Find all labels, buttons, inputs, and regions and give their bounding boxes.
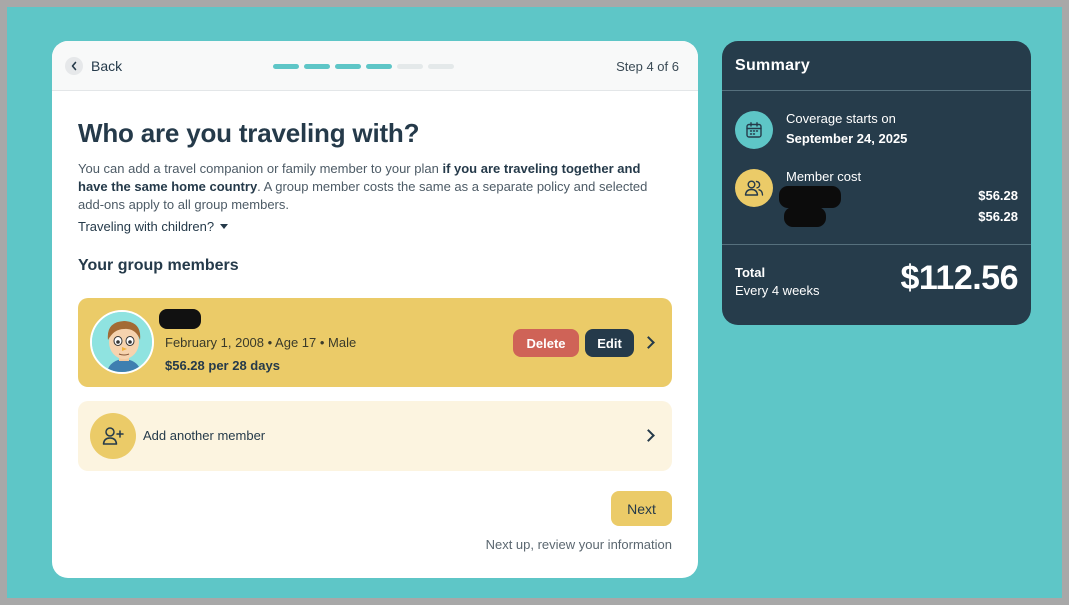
progress-segment <box>428 64 454 69</box>
group-member-card[interactable]: February 1, 2008 • Age 17 • Male $56.28 … <box>78 298 672 387</box>
coverage-date: September 24, 2025 <box>786 131 908 146</box>
chevron-left-icon <box>65 57 83 75</box>
add-member-button[interactable]: Add another member <box>78 401 672 471</box>
progress-segment <box>366 64 392 69</box>
chevron-right-icon <box>642 429 655 442</box>
progress-segment <box>397 64 423 69</box>
summary-title: Summary <box>735 57 811 74</box>
children-toggle[interactable]: Traveling with children? <box>78 219 229 234</box>
redacted-member-name <box>779 186 841 208</box>
next-button[interactable]: Next <box>611 491 672 526</box>
main-card: Back Step 4 of 6 Who are you traveling w… <box>52 41 698 578</box>
page-background: Back Step 4 of 6 Who are you traveling w… <box>7 7 1062 598</box>
users-icon <box>735 169 773 207</box>
member-cost-amount: $56.28 <box>978 209 1018 224</box>
member-details: February 1, 2008 • Age 17 • Male <box>165 335 357 350</box>
top-bar: Back Step 4 of 6 <box>52 41 698 91</box>
caret-down-icon <box>220 224 229 229</box>
redacted-name <box>159 309 201 329</box>
total-period: Every 4 weeks <box>735 283 820 298</box>
add-member-label: Add another member <box>143 428 266 443</box>
progress-segment <box>273 64 299 69</box>
chevron-right-icon[interactable] <box>642 336 655 349</box>
member-price: $56.28 per 28 days <box>165 358 280 373</box>
total-label: Total <box>735 265 766 280</box>
coverage-label: Coverage starts on <box>786 111 896 126</box>
page-description: You can add a travel companion or family… <box>78 160 668 214</box>
avatar <box>90 310 154 374</box>
description-text: You can add a travel companion or family… <box>78 161 443 176</box>
step-counter: Step 4 of 6 <box>616 59 679 74</box>
delete-button[interactable]: Delete <box>513 329 579 357</box>
children-toggle-label: Traveling with children? <box>78 219 215 234</box>
redacted-member-name <box>784 207 826 227</box>
summary-panel: Summary Coverage starts on September 24,… <box>722 41 1031 325</box>
back-label: Back <box>91 58 123 74</box>
page-title: Who are you traveling with? <box>78 118 420 148</box>
progress-indicator <box>273 64 454 69</box>
calendar-icon <box>735 111 773 149</box>
progress-segment <box>335 64 361 69</box>
divider <box>722 90 1031 91</box>
next-step-hint: Next up, review your information <box>485 537 672 552</box>
edit-button[interactable]: Edit <box>585 329 634 357</box>
add-user-icon <box>90 413 136 459</box>
member-cost-label: Member cost <box>786 169 862 184</box>
total-amount: $112.56 <box>900 259 1018 297</box>
group-members-heading: Your group members <box>78 257 239 274</box>
back-button[interactable]: Back <box>65 57 122 75</box>
progress-segment <box>304 64 330 69</box>
divider <box>722 244 1031 245</box>
member-cost-amount: $56.28 <box>978 188 1018 203</box>
